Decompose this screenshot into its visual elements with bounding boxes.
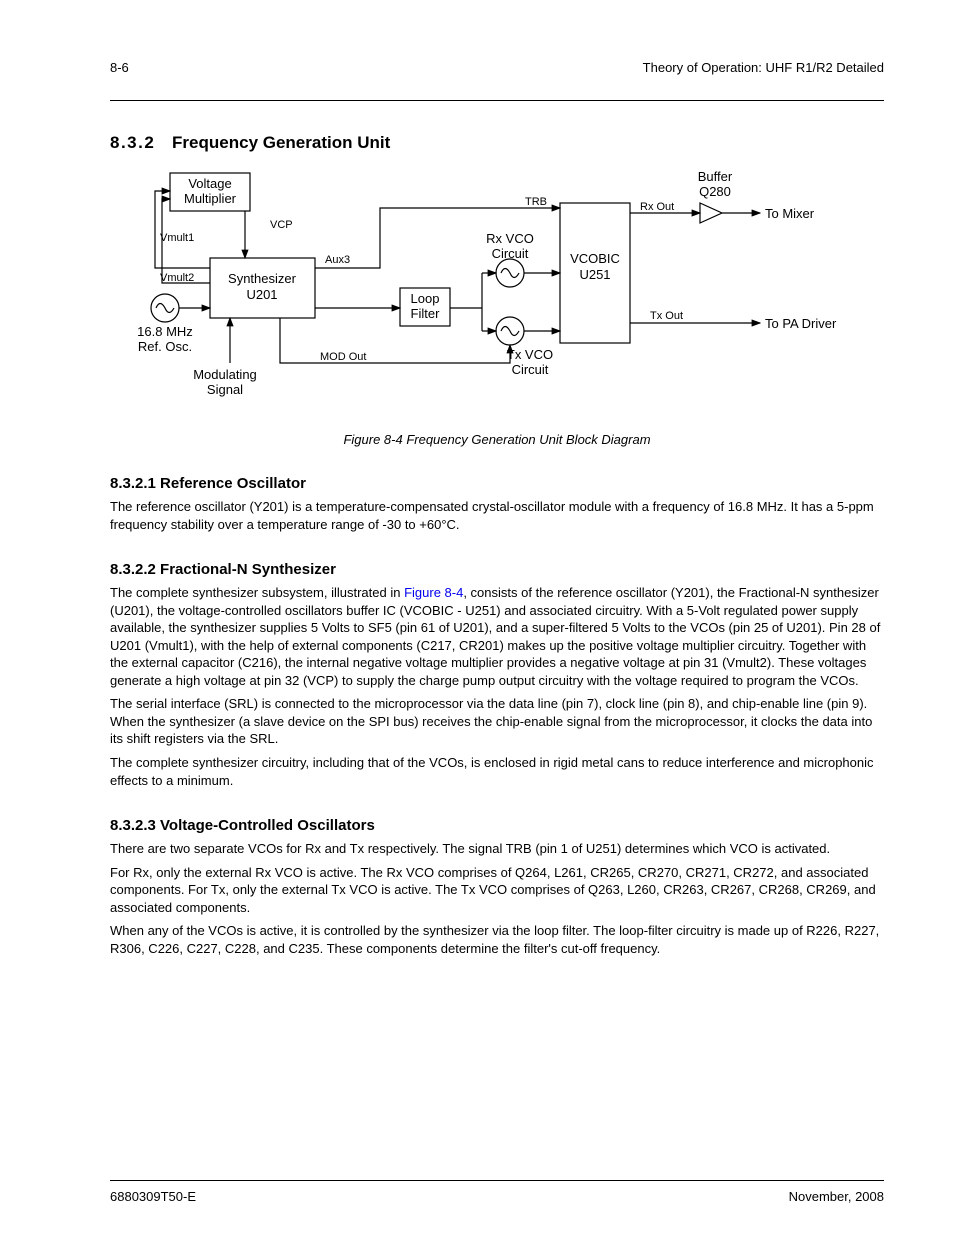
- heading-8-3-2-1: 8.3.2.1 Reference Oscillator: [110, 475, 884, 492]
- page-footer: 6880309T50-E November, 2008: [110, 1180, 884, 1185]
- svg-text:Ref. Osc.: Ref. Osc.: [138, 339, 192, 354]
- section-title: Theory of Operation: UHF R1/R2 Detailed: [643, 60, 884, 75]
- doc-number: 6880309T50-E: [110, 1189, 196, 1204]
- svg-text:Q280: Q280: [699, 184, 731, 199]
- label-to-mixer: To Mixer: [765, 206, 815, 221]
- label-vcobic: VCOBIC: [570, 251, 620, 266]
- para-synth-2: The serial interface (SRL) is connected …: [110, 695, 884, 748]
- page-number: 8-6: [110, 60, 129, 75]
- svg-text:U201: U201: [246, 287, 277, 302]
- label-modulating: Modulating: [193, 367, 257, 382]
- label-ref-osc: 16.8 MHz: [137, 324, 193, 339]
- svg-text:Filter: Filter: [411, 306, 441, 321]
- page-header: 8-6 Theory of Operation: UHF R1/R2 Detai…: [110, 60, 884, 101]
- svg-text:Multiplier: Multiplier: [184, 191, 237, 206]
- svg-text:Aux3: Aux3: [325, 254, 350, 266]
- para-ref-osc: The reference oscillator (Y201) is a tem…: [110, 498, 884, 533]
- svg-text:Rx Out: Rx Out: [640, 201, 674, 213]
- label-tx-vco: Tx VCO: [507, 347, 553, 362]
- svg-text:U251: U251: [579, 267, 610, 282]
- label-loop-filter: Loop: [411, 291, 440, 306]
- svg-text:Vmult1: Vmult1: [160, 232, 194, 244]
- heading-8-3-2-2: 8.3.2.2 Fractional-N Synthesizer: [110, 561, 884, 578]
- svg-text:TRB: TRB: [525, 196, 547, 208]
- label-to-pa: To PA Driver: [765, 316, 837, 331]
- heading-8-3-2-3: 8.3.2.3 Voltage-Controlled Oscillators: [110, 817, 884, 834]
- figure-8-4: .bx { fill:#fff; stroke:#000; stroke-wid…: [110, 163, 884, 447]
- svg-text:Vmult2: Vmult2: [160, 272, 194, 284]
- label-voltage-multiplier: Voltage: [188, 176, 231, 191]
- svg-text:Circuit: Circuit: [512, 362, 549, 377]
- heading-8-3-2: 8.3.2 Frequency Generation Unit: [110, 133, 884, 153]
- link-figure-8-4[interactable]: Figure 8-4: [404, 585, 463, 600]
- para-vco-1: There are two separate VCOs for Rx and T…: [110, 840, 884, 858]
- figure-caption: Figure 8-4 Frequency Generation Unit Blo…: [110, 432, 884, 447]
- svg-text:Tx Out: Tx Out: [650, 310, 683, 322]
- svg-text:MOD Out: MOD Out: [320, 351, 366, 363]
- block-diagram-svg: .bx { fill:#fff; stroke:#000; stroke-wid…: [110, 163, 870, 423]
- para-vco-2: For Rx, only the external Rx VCO is acti…: [110, 864, 884, 917]
- para-synth-3: The complete synthesizer circuitry, incl…: [110, 754, 884, 789]
- svg-text:Circuit: Circuit: [492, 246, 529, 261]
- para-synth-1: The complete synthesizer subsystem, illu…: [110, 584, 884, 689]
- label-buffer: Buffer: [698, 169, 733, 184]
- svg-text:VCP: VCP: [270, 219, 293, 231]
- label-rx-vco: Rx VCO: [486, 231, 534, 246]
- label-synthesizer: Synthesizer: [228, 271, 297, 286]
- doc-date: November, 2008: [789, 1189, 884, 1204]
- para-vco-3: When any of the VCOs is active, it is co…: [110, 922, 884, 957]
- svg-text:Signal: Signal: [207, 382, 243, 397]
